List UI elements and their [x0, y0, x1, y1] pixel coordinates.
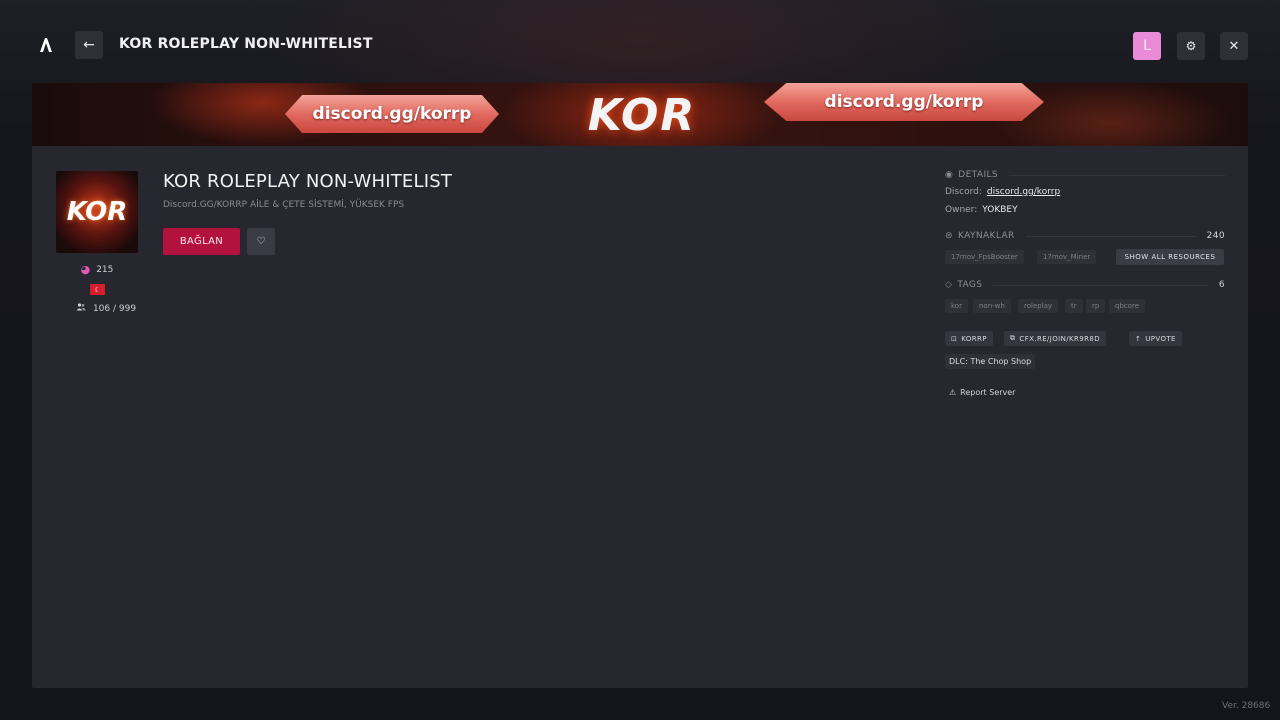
divider	[1025, 235, 1196, 237]
tags-count: 6	[1218, 280, 1225, 290]
resource-chip: 17mov_FpsBooster	[945, 250, 1024, 264]
page-title: KOR ROLEPLAY NON-WHITELIST	[119, 36, 373, 52]
tag-chip[interactable]: non-wh	[973, 299, 1011, 313]
resources-header: ⊜ KAYNAKLAR 240	[945, 231, 1225, 241]
tag-chip[interactable]: roleplay	[1018, 299, 1059, 313]
banner-left-ribbon: discord.gg/korrp	[285, 95, 499, 133]
divider	[1009, 174, 1225, 176]
resources-icon: ⊜	[945, 231, 953, 241]
player-count: 106 / 999	[56, 303, 156, 314]
players-icon	[76, 303, 86, 314]
details-heading: DETAILS	[958, 170, 999, 180]
players-value: 106 / 999	[92, 303, 137, 314]
tag-chip[interactable]: rp	[1086, 299, 1106, 313]
server-subtitle: Discord.GG/KORRP AİLE & ÇETE SİSTEMİ, YÜ…	[163, 200, 405, 210]
top-bar: ← KOR ROLEPLAY NON-WHITELIST L ⚙ ✕	[0, 0, 1280, 90]
discord-row: Discord: discord.gg/korrp	[945, 187, 1060, 197]
server-icon: KOR	[56, 171, 138, 253]
report-label: Report Server	[960, 388, 1016, 397]
tags-header: ◇ TAGS 6	[945, 280, 1225, 290]
server-title: KOR ROLEPLAY NON-WHITELIST	[163, 171, 453, 192]
korrp-label: KORRP	[961, 334, 987, 343]
server-detail-panel: discord.gg/korrp KOR discord.gg/korrp KO…	[32, 83, 1248, 688]
eye-icon: ◉	[945, 170, 954, 180]
favorite-button[interactable]: ♡	[247, 228, 275, 255]
tags-heading: TAGS	[957, 280, 983, 290]
connect-button[interactable]: BAĞLAN	[163, 228, 240, 255]
owner-value: YOKBEY	[982, 205, 1018, 215]
version-label: Ver. 28686	[1222, 701, 1271, 711]
resources-count: 240	[1206, 231, 1225, 241]
banner-right-ribbon: discord.gg/korrp	[764, 83, 1044, 121]
tag-icon: ◇	[945, 280, 953, 290]
arrow-up-icon: ↑	[1135, 334, 1142, 343]
report-server-link[interactable]: ⚠ Report Server	[949, 388, 1015, 397]
divider	[993, 284, 1208, 286]
tag-chip[interactable]: kor	[945, 299, 968, 313]
tag-chip[interactable]: tr	[1065, 299, 1083, 313]
close-button[interactable]: ✕	[1220, 32, 1248, 60]
dlc-badge: DLC: The Chop Shop	[945, 354, 1036, 369]
discord-icon: ⊡	[951, 334, 958, 343]
owner-row: Owner: YOKBEY	[945, 205, 1018, 215]
server-banner: discord.gg/korrp KOR discord.gg/korrp	[32, 83, 1248, 146]
settings-button[interactable]: ⚙	[1177, 32, 1205, 60]
upvote-label: UPVOTE	[1145, 334, 1176, 343]
turkey-flag-icon: ☾	[90, 284, 105, 295]
warning-icon: ⚠	[949, 388, 957, 397]
banner-logo: KOR	[587, 89, 697, 141]
redm-logo-icon[interactable]	[36, 35, 56, 55]
upvote-button[interactable]: ↑ UPVOTE	[1129, 331, 1182, 346]
details-header: ◉ DETAILS	[945, 170, 1225, 180]
boost-icon: ◕	[80, 263, 91, 276]
tag-chip[interactable]: qbcore	[1109, 299, 1146, 313]
show-all-resources-button[interactable]: SHOW ALL RESOURCES	[1116, 249, 1224, 265]
back-button[interactable]: ←	[75, 31, 103, 59]
join-link-button[interactable]: ⧉ CFX.RE/JOIN/KR9R8D	[1004, 331, 1107, 346]
resources-heading: KAYNAKLAR	[957, 231, 1015, 241]
user-avatar-button[interactable]: L	[1133, 32, 1161, 60]
join-label: CFX.RE/JOIN/KR9R8D	[1019, 334, 1101, 343]
boost-count: ◕ 215	[56, 263, 138, 276]
discord-link[interactable]: discord.gg/korrp	[987, 187, 1060, 197]
link-icon: ⧉	[1010, 334, 1016, 342]
discord-label: Discord:	[945, 187, 982, 197]
korrp-button[interactable]: ⊡ KORRP	[945, 331, 993, 346]
owner-label: Owner:	[945, 205, 978, 215]
resource-chip: 17mov_Miner	[1037, 250, 1097, 264]
boost-value: 215	[96, 264, 114, 275]
